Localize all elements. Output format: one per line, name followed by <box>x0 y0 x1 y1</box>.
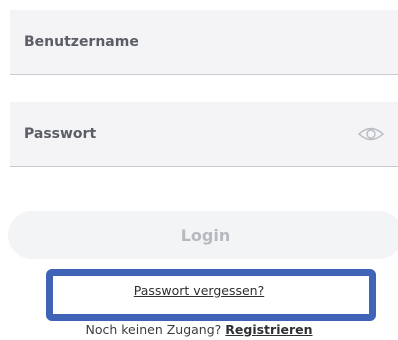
register-link[interactable]: Registrieren <box>225 322 312 337</box>
password-field[interactable]: Passwort <box>10 102 398 167</box>
forgot-password-link[interactable]: Passwort vergessen? <box>0 283 398 298</box>
login-form: Benutzername Passwort Login Passwort ver… <box>0 0 398 340</box>
username-placeholder: Benutzername <box>24 34 139 50</box>
password-placeholder: Passwort <box>24 126 97 142</box>
register-prompt: Noch keinen Zugang? Registrieren <box>0 322 398 337</box>
eye-icon[interactable] <box>357 125 385 143</box>
login-button[interactable]: Login <box>8 211 398 259</box>
username-field[interactable]: Benutzername <box>10 10 398 75</box>
no-account-text: Noch keinen Zugang? <box>85 322 222 337</box>
login-button-label: Login <box>180 225 231 245</box>
